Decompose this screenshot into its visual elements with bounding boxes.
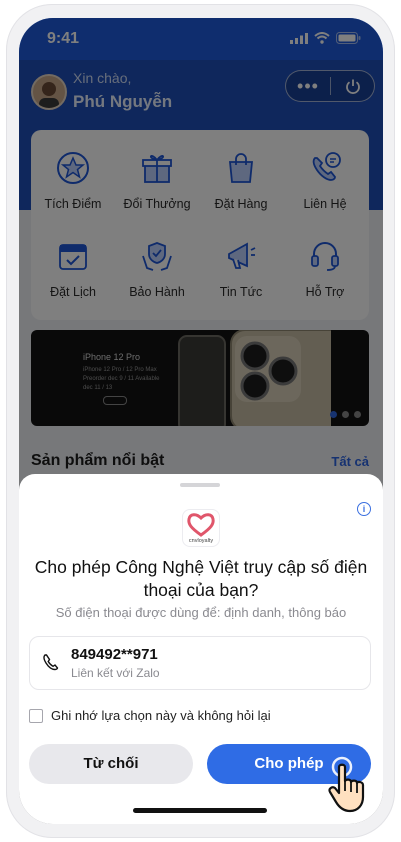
heart-logo-icon [187, 513, 215, 537]
sheet-handle[interactable] [180, 483, 220, 487]
dialog-title: Cho phép Công Nghệ Việt truy cập số điện… [34, 557, 368, 600]
remember-label: Ghi nhớ lựa chọn này và không hỏi lại [51, 708, 271, 723]
app-logo-text: cnvloyalty [188, 538, 214, 544]
remember-choice-row[interactable]: Ghi nhớ lựa chọn này và không hỏi lại [29, 708, 271, 723]
phone-number-card: 849492**971 Liên kết với Zalo [29, 636, 371, 690]
hand-cursor-icon [328, 756, 365, 813]
app-logo: cnvloyalty [182, 509, 220, 547]
dialog-subtitle: Số điện thoại được dùng để: định danh, t… [55, 605, 347, 620]
phone-icon [43, 654, 59, 671]
phone-link-text: Liên kết với Zalo [71, 666, 160, 680]
phone-number: 849492**971 [71, 646, 158, 663]
app-screen: 9:41 Xin chào, Phú Nguyễn ••• Tích Điểm … [19, 18, 383, 824]
info-icon[interactable]: i [357, 502, 371, 516]
home-indicator [133, 808, 267, 813]
deny-button[interactable]: Từ chối [29, 744, 193, 784]
remember-checkbox[interactable] [29, 708, 43, 723]
